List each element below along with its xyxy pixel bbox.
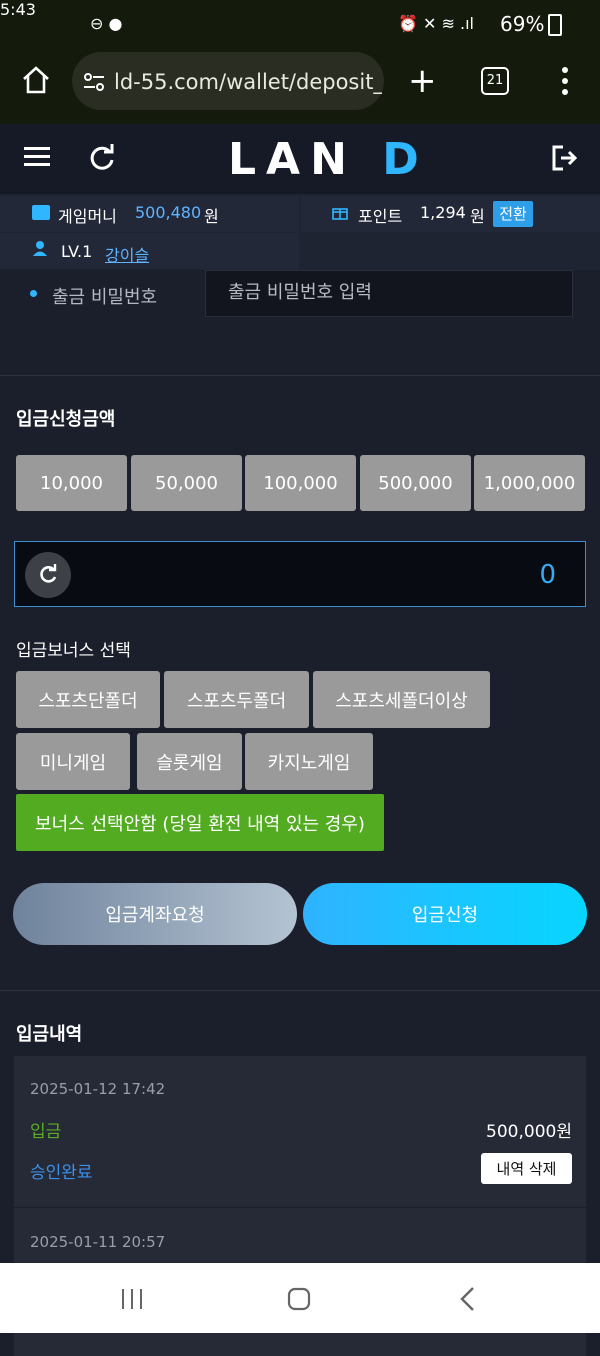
bonus-option-button[interactable]: 카지노게임: [245, 733, 373, 790]
recents-icon[interactable]: [120, 1287, 144, 1311]
history-amount: 500,000원: [486, 1122, 572, 1142]
refresh-icon[interactable]: [88, 144, 116, 172]
gift-icon: [332, 204, 348, 220]
logout-icon[interactable]: [551, 144, 579, 172]
game-money-unit: 원: [204, 207, 219, 226]
battery-percent: 69%: [500, 12, 545, 36]
amount-preset-button[interactable]: 1,000,000: [474, 455, 585, 511]
amount-input[interactable]: [14, 541, 586, 607]
wallet-icon: [32, 205, 50, 220]
amount-preset-button[interactable]: 500,000: [360, 455, 471, 511]
section-divider: [0, 375, 600, 376]
status-icons: ⊖ ●: [90, 14, 123, 33]
user-level: LV.1: [61, 242, 93, 261]
withdraw-password-placeholder: 출금 비밀번호 입력: [228, 282, 372, 303]
game-money-label: 게임머니: [58, 207, 117, 226]
back-icon[interactable]: [458, 1286, 476, 1312]
reset-icon: [40, 564, 57, 583]
request-account-button[interactable]: 입금계좌요청: [13, 883, 297, 945]
bonus-option-button[interactable]: 스포츠두폴더: [164, 671, 309, 728]
point-label: 포인트: [358, 207, 403, 226]
site-logo[interactable]: LAN D: [228, 134, 429, 185]
tab-count-button[interactable]: 21: [481, 67, 509, 95]
amount-preset-button[interactable]: 50,000: [131, 455, 242, 511]
history-datetime: 2025-01-12 17:42: [30, 1080, 166, 1098]
site-settings-icon[interactable]: [82, 70, 106, 94]
bullet-dot: [30, 290, 37, 297]
game-money-value: 500,480: [135, 203, 202, 222]
history-status: 승인완료: [30, 1163, 93, 1183]
home-icon[interactable]: [20, 64, 52, 96]
reset-amount-button[interactable]: [25, 552, 71, 598]
amount-value: 0: [539, 560, 556, 590]
point-convert-button[interactable]: 전환: [493, 201, 533, 227]
username-link[interactable]: 강이슬: [105, 242, 149, 266]
bonus-option-button[interactable]: 스포츠단폴더: [16, 671, 160, 728]
home-nav-icon[interactable]: [287, 1287, 311, 1311]
bonus-option-button[interactable]: 스포츠세폴더이상: [313, 671, 490, 728]
battery-icon: [548, 14, 562, 36]
section-divider-2: [0, 990, 600, 991]
new-tab-icon[interactable]: +: [408, 64, 437, 98]
submit-deposit-button[interactable]: 입금신청: [303, 883, 587, 945]
no-bonus-button[interactable]: 보너스 선택안함 (당일 환전 내역 있는 경우): [16, 794, 384, 851]
history-title: 입금내역: [16, 1024, 83, 1045]
browser-menu-icon[interactable]: [560, 66, 570, 96]
logo-accent-letter: D: [382, 134, 429, 185]
bonus-option-button[interactable]: 미니게임: [16, 733, 130, 790]
hamburger-menu-icon[interactable]: [24, 146, 50, 168]
amount-preset-button[interactable]: 100,000: [245, 455, 356, 511]
delete-history-button[interactable]: 내역 삭제: [481, 1153, 572, 1184]
deposit-amount-title: 입금신청금액: [16, 409, 116, 430]
logo-text: LAN: [228, 134, 357, 185]
history-type: 입금: [30, 1122, 62, 1142]
amount-preset-button[interactable]: 10,000: [16, 455, 127, 511]
withdraw-password-label: 출금 비밀번호: [52, 287, 158, 308]
url-text[interactable]: ld-55.com/wallet/deposit_b: [114, 70, 382, 94]
history-datetime: 2025-01-11 20:57: [30, 1233, 166, 1251]
point-value: 1,294: [420, 203, 466, 222]
bonus-option-button[interactable]: 슬롯게임: [137, 733, 242, 790]
history-row-divider: [14, 1207, 586, 1208]
user-icon: [32, 240, 48, 256]
point-unit: 원: [470, 207, 485, 226]
status-right-icons: ⏰ ✕ ≋ .ıl: [398, 14, 474, 33]
bonus-title: 입금보너스 선택: [16, 641, 131, 661]
status-time: 5:43: [0, 0, 36, 19]
